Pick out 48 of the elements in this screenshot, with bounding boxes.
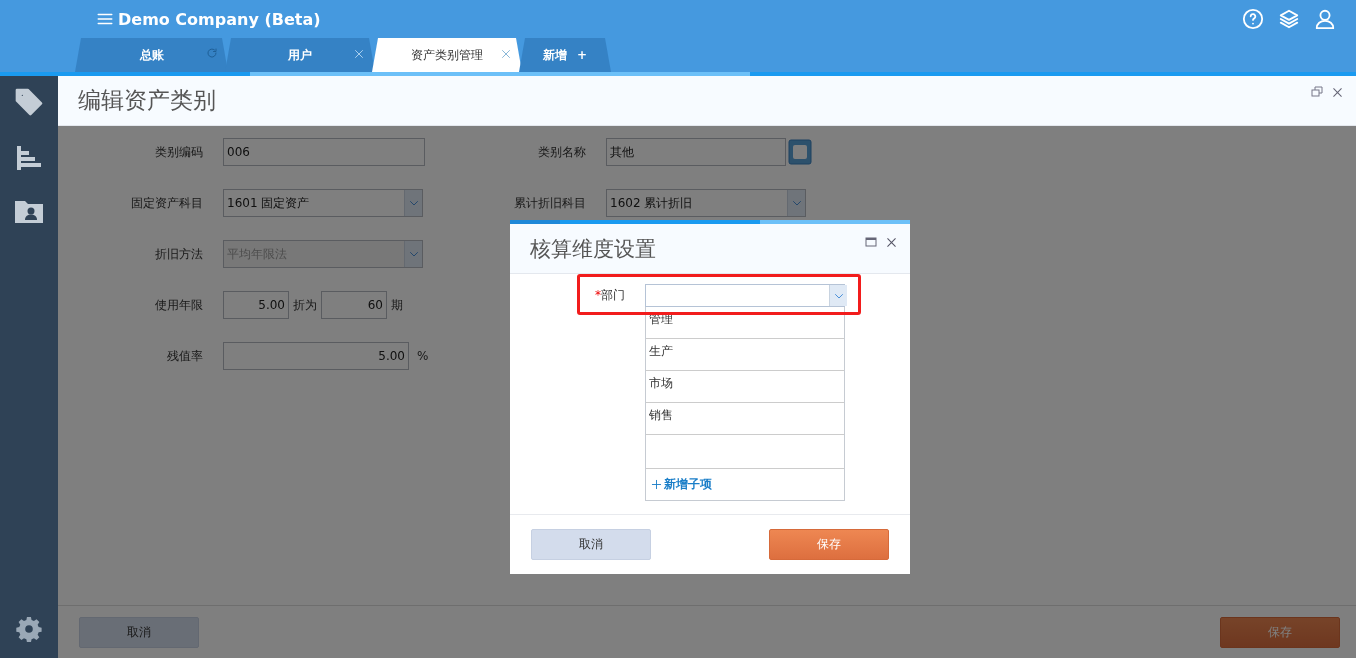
dropdown-option[interactable]: 生产: [646, 339, 844, 371]
select-field[interactable]: [645, 284, 845, 307]
field-label: 类别名称: [537, 143, 587, 161]
save-button[interactable]: 保存: [769, 529, 889, 560]
help-icon[interactable]: [1242, 8, 1264, 30]
close-icon[interactable]: [1331, 86, 1344, 99]
page-title: 编辑资产类别: [78, 86, 216, 115]
field-label: 累计折旧科目: [513, 194, 587, 212]
dialog-title: 核算维度设置: [530, 235, 656, 263]
dropdown-option[interactable]: 市场: [646, 371, 844, 403]
number-field[interactable]: 5.00: [223, 342, 409, 370]
refresh-icon[interactable]: [206, 47, 218, 59]
field-text: 折为: [293, 296, 317, 314]
settings-icon[interactable]: [16, 616, 42, 642]
unit-text: %: [417, 349, 429, 363]
text-field[interactable]: 其他: [606, 138, 786, 166]
price-tag-icon[interactable]: [13, 86, 45, 118]
cancel-button[interactable]: 取消: [531, 529, 651, 560]
text-field[interactable]: 006: [223, 138, 425, 166]
contact-folder-icon[interactable]: [14, 198, 44, 224]
dropdown-option[interactable]: 销售: [646, 403, 844, 435]
tab[interactable]: 用户: [225, 38, 375, 72]
bar-chart-icon[interactable]: [15, 144, 43, 172]
tab[interactable]: 新增 +: [519, 38, 611, 72]
plus-icon: [651, 479, 662, 490]
select-field[interactable]: 1602 累计折旧: [606, 189, 806, 217]
maximize-icon[interactable]: [865, 236, 877, 248]
cancel-button[interactable]: 取消: [79, 616, 199, 648]
number-field[interactable]: 60: [321, 291, 387, 319]
company-name: Demo Company (Beta): [118, 9, 321, 29]
field-label: 折旧方法: [154, 245, 204, 263]
close-icon[interactable]: [353, 48, 365, 60]
tab[interactable]: 总账: [75, 38, 228, 72]
field-label: 使用年限: [154, 296, 204, 314]
tab[interactable]: 资产类别管理: [372, 38, 522, 72]
field-label: 残值率: [166, 347, 204, 365]
field-label: 固定资产科目: [130, 194, 204, 212]
field-label: 类别编码: [154, 143, 204, 161]
field-label: *部门: [594, 287, 626, 304]
user-icon[interactable]: [1314, 8, 1336, 30]
add-item-link[interactable]: 新增子项: [651, 476, 712, 493]
select-field[interactable]: 1601 固定资产: [223, 189, 423, 217]
lookup-icon[interactable]: [788, 139, 812, 165]
unit-text: 期: [391, 296, 403, 314]
layers-icon[interactable]: [1278, 8, 1300, 30]
number-field[interactable]: 5.00: [223, 291, 289, 319]
close-icon[interactable]: [885, 236, 898, 249]
restore-icon[interactable]: [1311, 86, 1323, 98]
